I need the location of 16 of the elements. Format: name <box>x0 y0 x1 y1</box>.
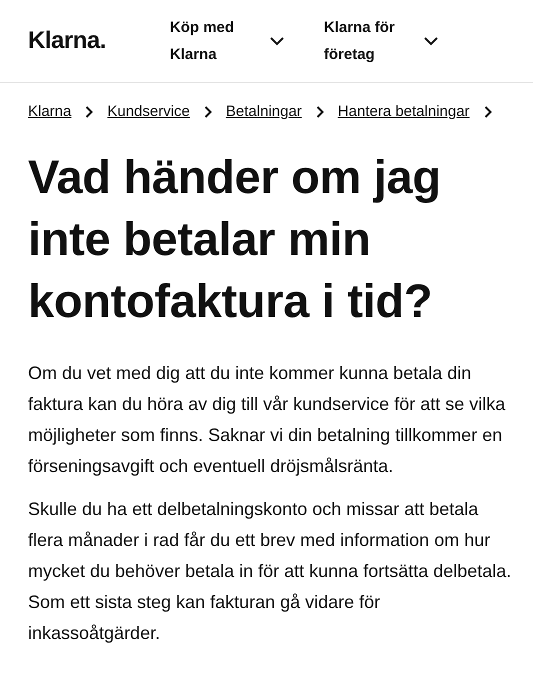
klarna-logo[interactable]: Klarna. <box>28 27 106 55</box>
breadcrumb-link[interactable]: Klarna <box>28 103 72 120</box>
nav-dropdown[interactable]: Klarna för företag <box>324 14 438 68</box>
chevron-down-icon <box>270 36 284 46</box>
chevron-right-icon <box>484 106 492 118</box>
chevron-right-icon <box>85 106 94 118</box>
body-paragraph: Om du vet med dig att du inte kommer kunna betala din faktura kan du höra av dig till vår kundservice för att se vilka möjligheter som finns. Saknar vi din betalning tillkommer en förseningsavgift och eventuell dröjsmålsränta. <box>28 362 506 478</box>
breadcrumb-link[interactable]: Betalningar <box>226 103 302 120</box>
breadcrumb-link[interactable]: Hantera betalningar <box>338 103 470 120</box>
chevron-right-icon <box>316 106 324 118</box>
chevron-down-icon <box>424 36 438 46</box>
nav-dropdown[interactable]: Köp med Klarna <box>170 14 284 68</box>
body-paragraph: Skulle du ha ett delbetalningskonto och missar att betala flera månader i rad får du ett brev med information om hur mycket du behöver betala in för att kunna fortsätta delbetala. Som ett sista steg kan fakturan gå vidare för inkassoåtgärder. <box>28 498 512 645</box>
breadcrumb-link[interactable]: Kundservice <box>107 103 190 120</box>
page-heading: Vad händer om jag inte betalar min kontofaktura i tid? <box>28 149 442 329</box>
chevron-right-icon <box>204 106 212 118</box>
